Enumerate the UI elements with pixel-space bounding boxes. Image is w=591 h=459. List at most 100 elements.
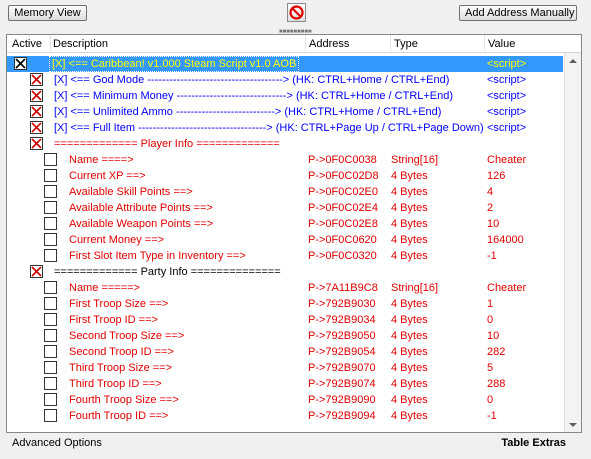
col-value-header[interactable]: Value bbox=[488, 38, 515, 50]
row-value[interactable]: 1 bbox=[487, 298, 493, 311]
column-divider[interactable] bbox=[305, 35, 306, 51]
scroll-up-icon[interactable] bbox=[569, 59, 577, 63]
col-description-header[interactable]: Description bbox=[53, 38, 108, 50]
row-value[interactable]: 10 bbox=[487, 330, 499, 343]
add-address-button[interactable]: Add Address Manually bbox=[459, 5, 577, 21]
table-row[interactable]: ============= Party Info ============== bbox=[7, 264, 563, 280]
checkbox[interactable] bbox=[44, 185, 57, 198]
x-checkbox-icon[interactable] bbox=[30, 73, 43, 86]
row-value[interactable]: <script> bbox=[487, 58, 526, 71]
table-row[interactable]: First Troop Size ==> P->792B9030 4 Bytes… bbox=[7, 296, 563, 312]
table-row[interactable]: Available Skill Points ==> P->0F0C02E0 4… bbox=[7, 184, 563, 200]
table-rows: [X] <== Caribbean! v1.000 Steam Script v… bbox=[7, 53, 563, 432]
row-type: 4 Bytes bbox=[391, 362, 428, 374]
column-divider[interactable] bbox=[390, 35, 391, 51]
row-description: [X] <== Unlimited Ammo -----------------… bbox=[54, 106, 442, 118]
checkbox[interactable] bbox=[44, 329, 57, 342]
col-type-header[interactable]: Type bbox=[394, 38, 418, 50]
row-value[interactable]: <script> bbox=[487, 106, 526, 119]
table-row[interactable]: Current Money ==> P->0F0C0620 4 Bytes 16… bbox=[7, 232, 563, 248]
table-row[interactable]: Current XP ==> P->0F0C02D8 4 Bytes 126 bbox=[7, 168, 563, 184]
row-description: First Slot Item Type in Inventory ==> bbox=[69, 250, 246, 262]
row-value[interactable]: 0 bbox=[487, 394, 493, 407]
row-value[interactable]: 164000 bbox=[487, 234, 524, 247]
table-row[interactable]: Name ====> P->0F0C0038 String[16] Cheate… bbox=[7, 152, 563, 168]
table-extras-button[interactable]: Table Extras bbox=[501, 437, 566, 449]
checkbox[interactable] bbox=[44, 281, 57, 294]
table-row[interactable]: [X] <== Full Item ----------------------… bbox=[7, 120, 563, 136]
row-value[interactable]: 5 bbox=[487, 362, 493, 375]
row-description: Available Skill Points ==> bbox=[69, 186, 193, 198]
row-value[interactable]: <script> bbox=[487, 90, 526, 103]
vertical-scrollbar[interactable] bbox=[564, 53, 581, 432]
row-value[interactable]: 4 bbox=[487, 186, 493, 199]
row-value[interactable]: Cheater bbox=[487, 282, 526, 295]
column-divider[interactable] bbox=[50, 35, 51, 51]
row-value[interactable]: 2 bbox=[487, 202, 493, 215]
table-row[interactable]: [X] <== Minimum Money ------------------… bbox=[7, 88, 563, 104]
table-row[interactable]: Fourth Troop Size ==> P->792B9090 4 Byte… bbox=[7, 392, 563, 408]
column-divider[interactable] bbox=[484, 35, 485, 51]
row-description: Second Troop Size ==> bbox=[69, 330, 185, 342]
row-type: String[16] bbox=[391, 282, 439, 294]
checkbox[interactable] bbox=[44, 409, 57, 422]
table-row[interactable]: Second Troop ID ==> P->792B9054 4 Bytes … bbox=[7, 344, 563, 360]
checkbox[interactable] bbox=[44, 361, 57, 374]
row-address: P->0F0C0320 bbox=[308, 250, 377, 262]
x-checkbox-icon[interactable] bbox=[30, 265, 43, 278]
row-address: P->792B9050 bbox=[308, 330, 376, 342]
checkbox[interactable] bbox=[44, 169, 57, 182]
table-row[interactable]: First Troop ID ==> P->792B9034 4 Bytes 0 bbox=[7, 312, 563, 328]
x-checkbox-icon[interactable] bbox=[30, 121, 43, 134]
table-row[interactable]: Third Troop Size ==> P->792B9070 4 Bytes… bbox=[7, 360, 563, 376]
checkbox[interactable] bbox=[44, 217, 57, 230]
table-row[interactable]: [X] <== Unlimited Ammo -----------------… bbox=[7, 104, 563, 120]
checkbox[interactable] bbox=[44, 345, 57, 358]
row-description: ============= Party Info ============== bbox=[54, 266, 281, 278]
row-value[interactable]: <script> bbox=[487, 74, 526, 87]
checkbox[interactable] bbox=[44, 393, 57, 406]
row-value[interactable]: 282 bbox=[487, 346, 505, 359]
table-row[interactable]: First Slot Item Type in Inventory ==> P-… bbox=[7, 248, 563, 264]
row-value[interactable]: 0 bbox=[487, 314, 493, 327]
row-value[interactable]: Cheater bbox=[487, 154, 526, 167]
checkbox[interactable] bbox=[44, 313, 57, 326]
row-value[interactable]: -1 bbox=[487, 250, 497, 263]
x-checkbox-icon[interactable] bbox=[30, 89, 43, 102]
table-row[interactable]: Second Troop Size ==> P->792B9050 4 Byte… bbox=[7, 328, 563, 344]
table-row[interactable]: [X] <== Caribbean! v1.000 Steam Script v… bbox=[7, 56, 563, 72]
table-row[interactable]: Available Weapon Points ==> P->0F0C02E8 … bbox=[7, 216, 563, 232]
checkbox[interactable] bbox=[44, 249, 57, 262]
row-address: P->792B9034 bbox=[308, 314, 376, 326]
row-value[interactable]: 10 bbox=[487, 218, 499, 231]
stop-icon[interactable] bbox=[287, 3, 306, 22]
x-checkbox-icon[interactable] bbox=[30, 137, 43, 150]
row-value[interactable]: <script> bbox=[487, 122, 526, 135]
table-row[interactable]: Third Troop ID ==> P->792B9074 4 Bytes 2… bbox=[7, 376, 563, 392]
table-row[interactable]: Available Attribute Points ==> P->0F0C02… bbox=[7, 200, 563, 216]
table-row[interactable]: Name =====> P->7A11B9C8 String[16] Cheat… bbox=[7, 280, 563, 296]
row-description: Fourth Troop ID ==> bbox=[69, 410, 169, 422]
checkbox[interactable] bbox=[44, 297, 57, 310]
x-checkbox-icon[interactable] bbox=[14, 57, 27, 70]
row-type: 4 Bytes bbox=[391, 202, 428, 214]
col-active-header[interactable]: Active bbox=[12, 38, 42, 50]
row-value[interactable]: 126 bbox=[487, 170, 505, 183]
advanced-options-button[interactable]: Advanced Options bbox=[12, 437, 102, 449]
checkbox[interactable] bbox=[44, 377, 57, 390]
row-value[interactable]: 288 bbox=[487, 378, 505, 391]
table-row[interactable]: [X] <== God Mode -----------------------… bbox=[7, 72, 563, 88]
col-address-header[interactable]: Address bbox=[309, 38, 349, 50]
row-description: Name ====> bbox=[69, 154, 134, 166]
table-row[interactable]: Fourth Troop ID ==> P->792B9094 4 Bytes … bbox=[7, 408, 563, 424]
checkbox[interactable] bbox=[44, 153, 57, 166]
memory-view-button[interactable]: Memory View bbox=[8, 5, 87, 21]
row-address: P->792B9030 bbox=[308, 298, 376, 310]
checkbox[interactable] bbox=[44, 201, 57, 214]
table-row[interactable]: ============= Player Info ============= bbox=[7, 136, 563, 152]
scroll-down-icon[interactable] bbox=[569, 423, 577, 427]
x-checkbox-icon[interactable] bbox=[30, 105, 43, 118]
checkbox[interactable] bbox=[44, 233, 57, 246]
row-description: Fourth Troop Size ==> bbox=[69, 394, 179, 406]
row-value[interactable]: -1 bbox=[487, 410, 497, 423]
